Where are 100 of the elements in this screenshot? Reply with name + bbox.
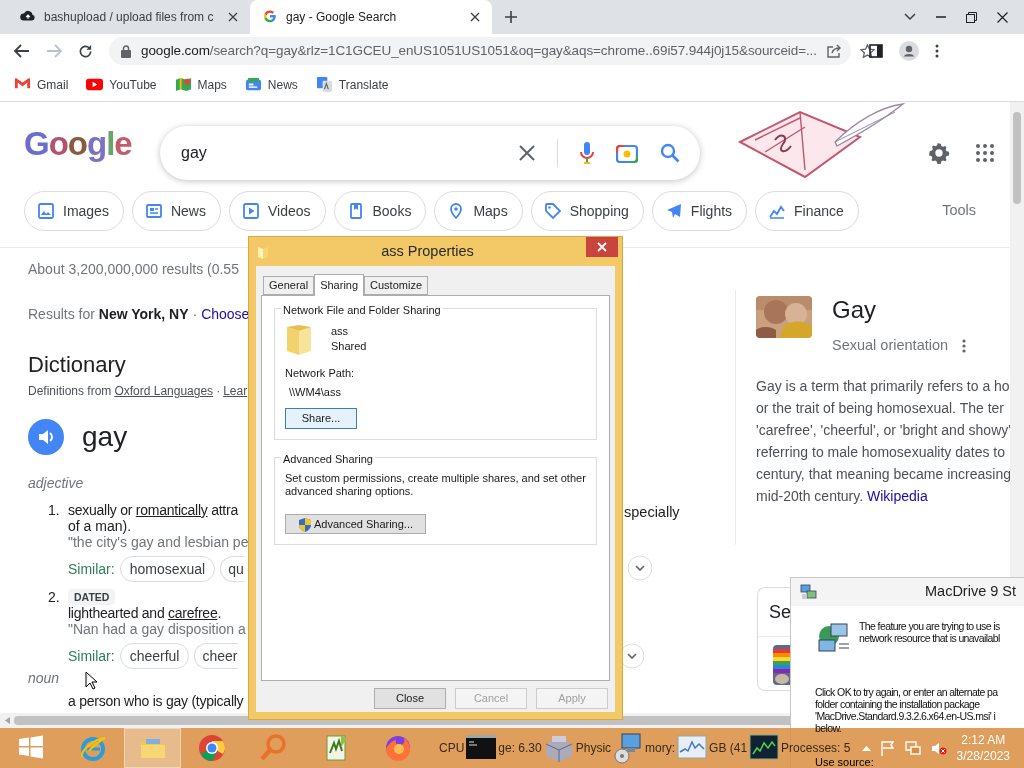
definition-text: specially [624, 503, 680, 522]
example-text: "Nan had a gay disposition a [68, 621, 246, 637]
close-icon [228, 12, 238, 22]
status-text: GB (41 [709, 740, 748, 757]
dialog-tab[interactable]: General [263, 276, 315, 295]
bookmark[interactable]: Gmail [14, 75, 69, 94]
choose-location-link[interactable]: Choose [201, 306, 250, 322]
search-filter-chip[interactable]: Shopping [530, 191, 644, 231]
definition-number: 2. [48, 589, 60, 605]
bookmark[interactable]: News [244, 75, 298, 94]
clear-icon[interactable] [519, 145, 535, 161]
knowledge-title: Gay [832, 296, 877, 324]
card-title: Se [769, 601, 791, 624]
definition-text: sexually or romantically attra [68, 502, 238, 518]
new-tab-icon[interactable] [504, 10, 518, 24]
network-icon[interactable] [904, 740, 921, 756]
search-filter-chip[interactable]: Finance [755, 191, 859, 231]
apps-grid-icon[interactable] [976, 144, 994, 162]
search-filter-chip[interactable]: Maps [434, 191, 523, 231]
restore-icon[interactable] [966, 11, 977, 23]
scroll-left-icon [5, 717, 10, 724]
finance-chart-icon [769, 203, 786, 219]
search-filter-chip[interactable]: Videos [228, 191, 326, 231]
definition-number: 1. [48, 502, 60, 518]
bookmark[interactable]: Translate [315, 75, 389, 94]
instruction-text: 'MacDrive.Standard.9.3.2.6.x64.en-US.msi' i [815, 710, 996, 722]
dialog-title: ass Properties [380, 241, 475, 261]
learn-more-link[interactable]: Lear [223, 384, 248, 398]
close-icon[interactable] [997, 11, 1008, 23]
dialog-button[interactable]: Close [374, 688, 446, 709]
microphone-icon[interactable] [580, 142, 594, 164]
definition-link[interactable]: romantically [135, 502, 208, 518]
wikipedia-link[interactable]: Wikipedia [867, 487, 928, 504]
description-text: Gay is a term that primarily refers to a ho [756, 376, 1010, 396]
message-text: network resource that is unavailabl [859, 632, 1000, 644]
search-filter-chip[interactable]: Books [333, 191, 427, 231]
map-icon [174, 76, 192, 93]
reload-icon[interactable] [78, 43, 93, 59]
clock-time: 2:12 AM [961, 732, 1006, 748]
speaker-button-icon[interactable] [28, 419, 64, 455]
oxford-languages-link[interactable]: Oxford Languages [114, 384, 214, 398]
share-icon[interactable] [826, 44, 842, 58]
instruction-text: Click OK to try again, or enter an alternate pa [815, 686, 998, 698]
camera-icon[interactable] [616, 143, 638, 163]
definition-text: of a man). [68, 518, 132, 534]
scrollbar-thumb[interactable] [1013, 112, 1021, 204]
expand-chevron-icon[interactable] [627, 555, 653, 581]
star-icon[interactable] [859, 43, 875, 59]
search-filter-chip[interactable]: News [131, 191, 221, 231]
mouse-cursor-icon [85, 671, 97, 690]
browser-tab[interactable]: gay - Google Search [250, 0, 492, 34]
speaker-muted-icon[interactable] [930, 740, 947, 756]
advanced-sharing-button[interactable]: Advanced Sharing... [285, 514, 426, 534]
back-icon[interactable] [14, 44, 30, 58]
tag-icon [544, 203, 561, 219]
newspaper-icon [145, 203, 162, 219]
search-icon[interactable] [660, 143, 680, 163]
more-options-icon[interactable] [962, 338, 967, 353]
magnifier-icon [259, 733, 289, 763]
book-icon [347, 203, 364, 219]
show-hidden-icons-icon[interactable] [861, 745, 871, 751]
google-icon [262, 9, 278, 25]
instruction-text: below. [815, 722, 842, 734]
dialog-tab[interactable]: Sharing [314, 274, 365, 296]
clock-date: 3/28/2023 [956, 748, 1010, 764]
google-logo[interactable]: Google [24, 118, 144, 168]
separator-text: · [216, 384, 221, 398]
part-of-speech: noun [28, 669, 60, 687]
knowledge-subtitle: Sexual orientation [832, 336, 949, 355]
source-label: Use source: [815, 756, 874, 768]
translate-icon [315, 76, 333, 93]
image-icon [38, 203, 54, 219]
dialog-tab[interactable]: Customize [364, 276, 429, 295]
search-filter-chip[interactable]: Flights [651, 191, 748, 231]
share-button[interactable]: Share... [285, 408, 357, 429]
close-icon [470, 12, 480, 22]
settings-icon[interactable] [928, 142, 950, 164]
status-text: CPU [439, 740, 465, 757]
bookmark[interactable]: Maps [174, 75, 227, 94]
status-text: mory: [645, 740, 676, 757]
example-text: "the city's gay and lesbian pe [68, 534, 249, 550]
chevron-down-icon[interactable] [904, 13, 916, 21]
register-label: DATED [68, 589, 116, 605]
play-icon [242, 203, 259, 219]
description-text: 'carefree', 'cheerful', or 'bright and showy' [756, 420, 1010, 440]
search-filter-chip[interactable]: Images [24, 191, 124, 231]
similar-label: Similar: [68, 559, 115, 579]
side-panel-icon[interactable] [869, 44, 883, 58]
folder-name: ass [331, 324, 350, 339]
browser-tab[interactable]: bashupload / upload files from c [8, 0, 250, 34]
flag-icon[interactable] [880, 740, 895, 756]
result-stats: About 3,200,000,000 results (0.55 [28, 261, 239, 277]
bookmark[interactable]: YouTube [86, 75, 157, 94]
network-path: \\WM4\ass [289, 384, 341, 400]
similar-label: Similar: [68, 646, 115, 666]
tools-button[interactable]: Tools [942, 200, 976, 222]
profile-icon[interactable] [899, 41, 919, 61]
chrome-icon [197, 733, 227, 763]
menu-icon[interactable] [935, 44, 939, 58]
search-field[interactable]: gay [160, 126, 700, 180]
